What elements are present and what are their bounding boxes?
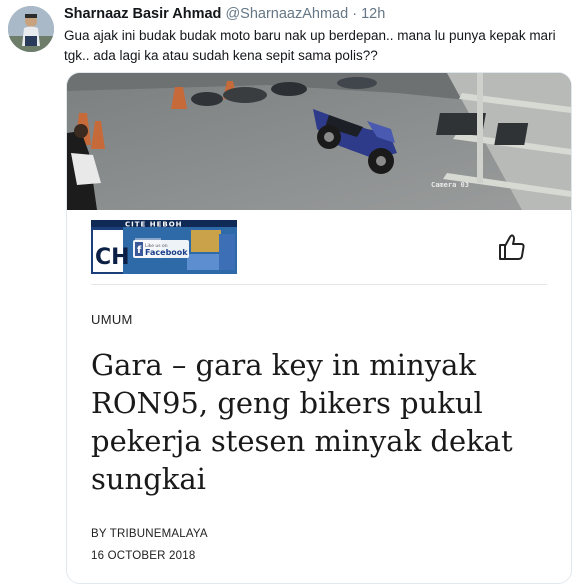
cite-heboh-logo: CITE HEBOH CH f Like us on Facebook (91, 220, 237, 274)
article-byline: BY TRIBUNEMALAYA (91, 528, 208, 540)
avatar[interactable] (8, 6, 54, 52)
tweet: Sharnaaz Basir Ahmad @SharnaazAhmad · 12… (0, 0, 577, 584)
author-name[interactable]: Sharnaaz Basir Ahmad (64, 6, 221, 22)
logo-monogram: CH (95, 245, 130, 270)
avatar-photo (8, 6, 54, 52)
link-card[interactable]: Camera 03 CITE HEBOH CH f Like us on Fac… (66, 72, 572, 584)
article-headline[interactable]: Gara – gara key in minyak RON95, geng bi… (91, 346, 551, 498)
camera-label: Camera 03 (431, 181, 469, 189)
cctv-screenshot-image: Camera 03 (67, 73, 571, 210)
svg-text:f: f (137, 245, 142, 256)
thumbs-up-icon[interactable] (497, 232, 527, 262)
logo-facebook-text: Facebook (145, 248, 188, 257)
card-body: CITE HEBOH CH f Like us on Facebook UMUM… (67, 210, 571, 583)
tweet-timestamp[interactable]: 12h (361, 6, 385, 22)
article-date: 16 OCTOBER 2018 (91, 550, 196, 562)
article-category: UMUM (91, 312, 133, 327)
tweet-text: Gua ajak ini budak budak moto baru nak u… (64, 28, 556, 63)
logo-brand-text: CITE HEBOH (125, 221, 183, 229)
divider (91, 284, 547, 285)
author-handle[interactable]: @SharnaazAhmad (225, 6, 348, 22)
tweet-header: Sharnaaz Basir Ahmad @SharnaazAhmad · 12… (64, 6, 385, 22)
separator-dot: · (352, 6, 358, 22)
